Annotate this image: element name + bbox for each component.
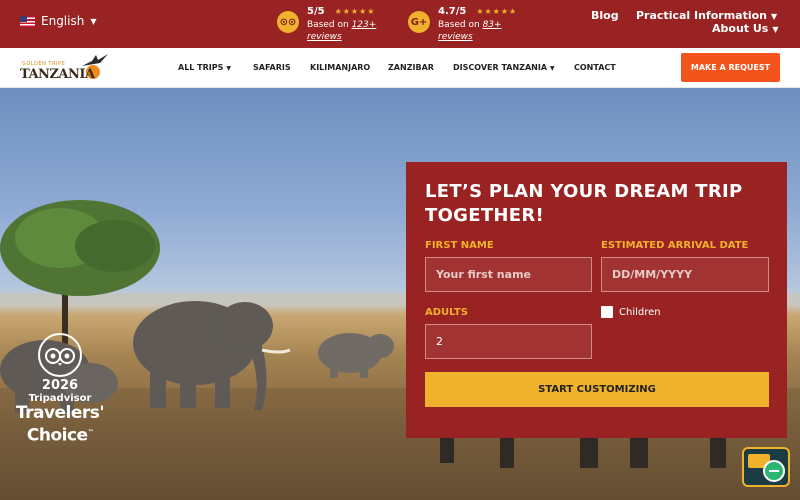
logo-text: TANZANIA xyxy=(20,67,95,82)
tripadvisor-score: 5/5 xyxy=(307,6,325,17)
about-us-menu[interactable]: About Us ▼ xyxy=(712,22,779,35)
travelers-choice-badge: 2026 Tripadvisor Travelers' Choice™ xyxy=(10,333,110,448)
chevron-down-icon: ▼ xyxy=(550,65,555,72)
us-flag-icon xyxy=(20,15,35,27)
form-title-line2: TOGETHER! xyxy=(425,205,545,226)
owl-icon xyxy=(38,333,82,377)
language-selector[interactable]: English ▼ xyxy=(20,14,97,28)
badge-year: 2026 xyxy=(41,378,79,393)
nav-all-trips[interactable]: ALL TRIPS ▼ xyxy=(178,63,231,72)
chat-icon xyxy=(748,454,785,482)
nav-kilimanjaro[interactable]: KILIMANJARO xyxy=(310,63,370,72)
adults-label: ADULTS xyxy=(425,307,468,318)
stars-icon: ★★★★★ xyxy=(476,7,518,16)
blog-link[interactable]: Blog xyxy=(591,9,619,22)
children-label: Children xyxy=(619,306,661,318)
adults-input[interactable]: 2 xyxy=(425,324,592,359)
reviews-link[interactable]: reviews xyxy=(438,32,517,42)
nav-label: DISCOVER TANZANIA xyxy=(453,63,548,72)
nav-contact[interactable]: CONTACT xyxy=(574,63,616,72)
google-score: 4.7/5 xyxy=(438,6,467,17)
chevron-down-icon: ▼ xyxy=(90,16,97,26)
tripadvisor-rating[interactable]: ⊙⊙ 5/5 ★★★★★ Based on 123+ reviews xyxy=(277,6,376,42)
google-icon: G+ xyxy=(408,11,430,33)
google-rating[interactable]: G+ 4.7/5 ★★★★★ Based on 83+ reviews xyxy=(408,6,517,42)
language-label: English xyxy=(41,14,85,28)
make-a-request-button[interactable]: MAKE A REQUEST xyxy=(681,53,780,82)
reviews-link[interactable]: reviews xyxy=(307,32,376,42)
top-bar: English ▼ ⊙⊙ 5/5 ★★★★★ Based on 123+ rev… xyxy=(0,0,800,48)
trademark: ™ xyxy=(87,429,94,436)
first-name-input[interactable]: Your first name xyxy=(425,257,592,292)
badge-title-line1: Travelers' xyxy=(15,403,105,423)
based-on-text: Based on xyxy=(307,20,349,30)
chat-widget-button[interactable] xyxy=(742,447,790,487)
review-count-link[interactable]: 123+ xyxy=(352,20,377,30)
about-us-label: About Us xyxy=(712,22,769,35)
nav-discover-tanzania[interactable]: DISCOVER TANZANIA ▼ xyxy=(453,63,555,72)
nav-label: ALL TRIPS xyxy=(178,63,224,72)
badge-title-choice: Choice xyxy=(26,425,88,446)
checkbox-icon[interactable] xyxy=(601,306,613,318)
nav-zanzibar[interactable]: ZANZIBAR xyxy=(388,63,434,72)
form-title-line1: LET’S PLAN YOUR DREAM TRIP xyxy=(425,181,743,202)
stars-icon: ★★★★★ xyxy=(334,7,376,16)
children-checkbox[interactable]: Children xyxy=(601,306,661,318)
practical-information-menu[interactable]: Practical Information ▼ xyxy=(636,9,777,22)
chevron-down-icon: ▼ xyxy=(771,12,778,21)
trip-planner-form: LET’S PLAN YOUR DREAM TRIP TOGETHER! FIR… xyxy=(406,162,787,438)
first-name-label: FIRST NAME xyxy=(425,240,494,251)
site-logo[interactable]: GOLDEN TRIPS TANZANIA xyxy=(20,52,110,84)
based-on-text: Based on xyxy=(438,20,480,30)
review-count-link[interactable]: 83+ xyxy=(483,20,502,30)
tripadvisor-icon: ⊙⊙ xyxy=(277,11,299,33)
form-title: LET’S PLAN YOUR DREAM TRIP TOGETHER! xyxy=(425,180,768,228)
chevron-down-icon: ▼ xyxy=(226,65,232,72)
arrival-date-input[interactable]: DD/MM/YYYY xyxy=(601,257,769,292)
main-navigation: GOLDEN TRIPS TANZANIA ALL TRIPS ▼ SAFARIS… xyxy=(0,48,800,88)
nav-safaris[interactable]: SAFARIS xyxy=(253,63,291,72)
chevron-down-icon: ▼ xyxy=(772,25,779,34)
practical-information-label: Practical Information xyxy=(636,9,767,22)
arrival-date-label: ESTIMATED ARRIVAL DATE xyxy=(601,240,749,251)
badge-title-line2: Choice™ xyxy=(10,423,110,446)
start-customizing-button[interactable]: START CUSTOMIZING xyxy=(425,372,769,407)
